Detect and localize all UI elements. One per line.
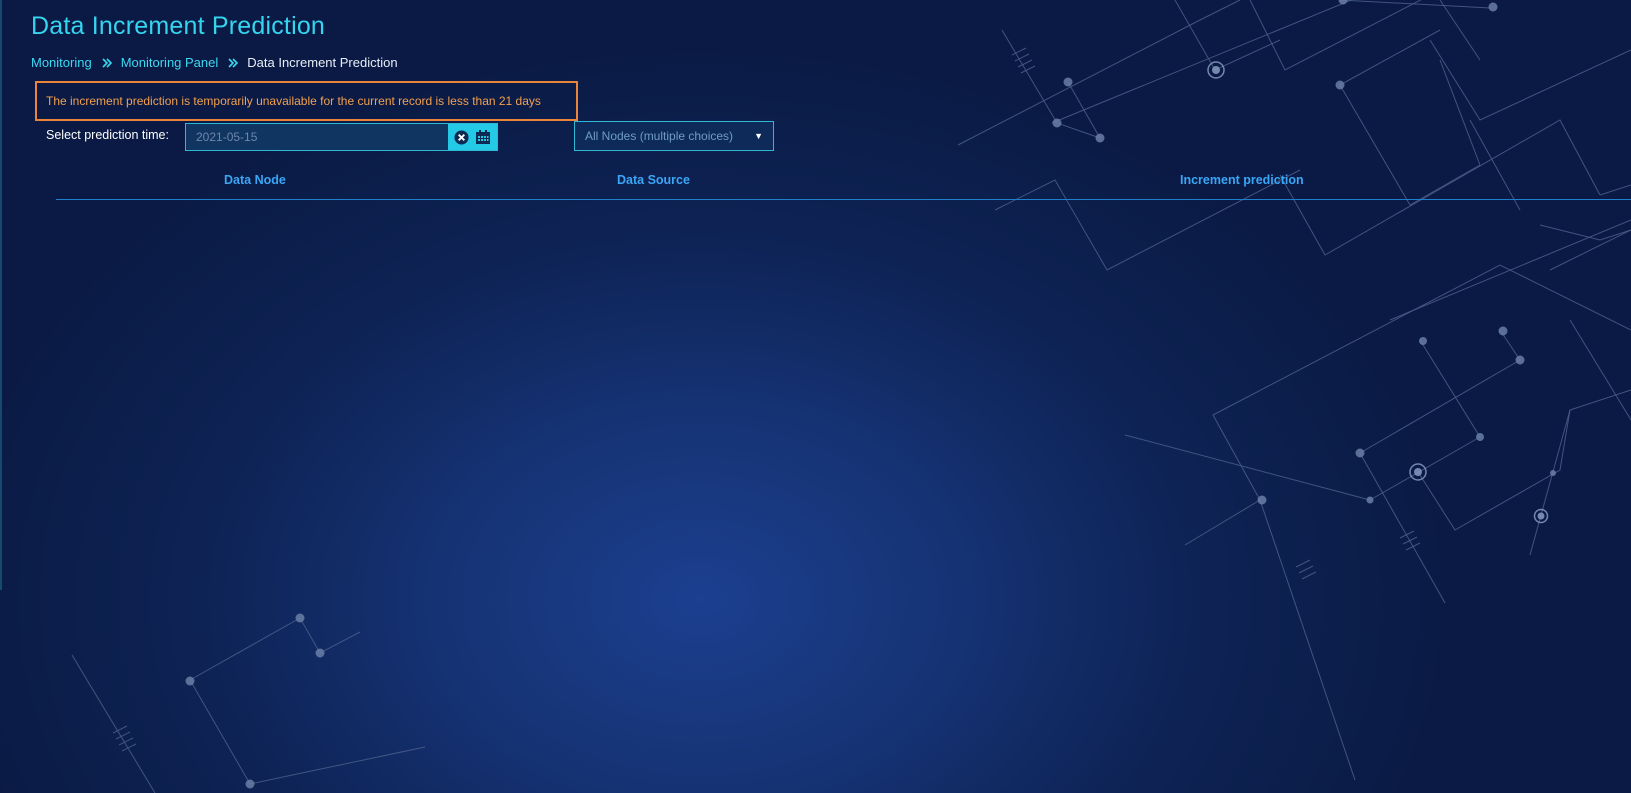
prediction-date-picker [185,123,498,151]
prediction-date-input[interactable] [186,124,448,150]
column-header-data-node[interactable]: Data Node [224,173,286,187]
warning-notice: The increment prediction is temporarily … [35,81,578,121]
column-header-increment-prediction[interactable]: Increment prediction [1180,173,1304,187]
breadcrumb-current: Data Increment Prediction [247,55,398,70]
node-select-value: All Nodes (multiple choices) [585,129,734,143]
column-header-data-source[interactable]: Data Source [617,173,690,187]
warning-notice-text: The increment prediction is temporarily … [46,94,541,108]
prediction-table-header: Data Node Data Source Increment predicti… [56,170,1631,200]
clear-date-icon[interactable] [453,128,471,146]
breadcrumb: Monitoring Monitoring Panel Data Increme… [31,55,398,70]
breadcrumb-monitoring-panel[interactable]: Monitoring Panel [121,55,219,70]
calendar-icon[interactable] [474,128,492,146]
double-chevron-right-icon [227,57,239,69]
dropdown-caret-icon: ▼ [754,131,763,141]
breadcrumb-monitoring[interactable]: Monitoring [31,55,92,70]
left-edge-accent [0,0,2,590]
double-chevron-right-icon [101,57,113,69]
prediction-time-label: Select prediction time: [46,128,169,142]
date-picker-buttons [448,124,497,150]
page-title: Data Increment Prediction [31,12,326,40]
node-multi-select[interactable]: All Nodes (multiple choices) ▼ [574,121,774,151]
